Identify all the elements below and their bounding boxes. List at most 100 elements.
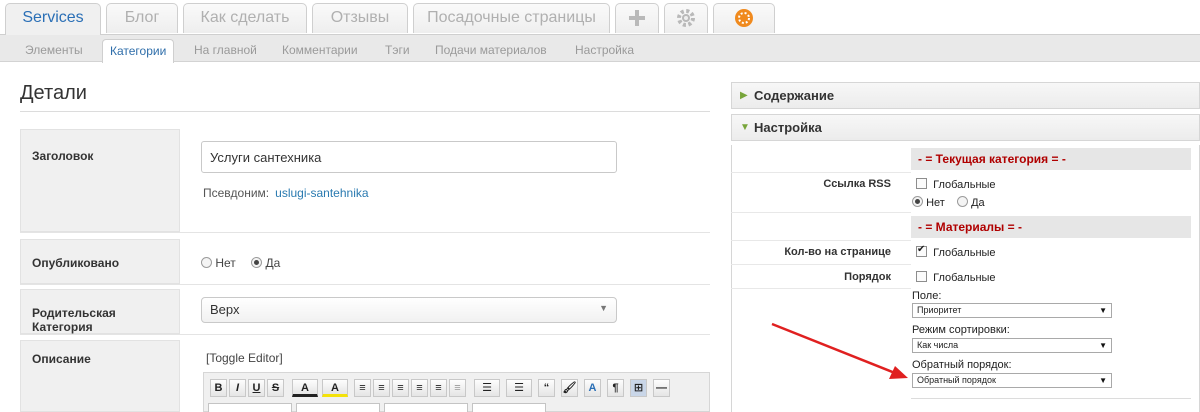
align-right-icon[interactable]: ≡ [392,379,409,397]
alias-row: Псевдоним: uslugi-santehnika [203,186,369,200]
order-global-checkbox[interactable] [916,271,927,282]
rss-label: Ссылка RSS [823,178,891,190]
per-page-global-label: Глобальные [933,247,996,259]
font-family-select[interactable] [296,403,380,412]
horizontal-rule-icon[interactable]: — [653,379,670,397]
gear-icon[interactable] [664,3,708,33]
alias-label: Псевдоним: [203,186,270,200]
align-justify-icon[interactable]: ≡ [411,379,428,397]
published-radio-group: Нет Да [201,256,292,270]
tab-blog[interactable]: Блог [106,3,178,33]
reverse-order-select[interactable]: Обратный порядок ▼ [912,373,1112,388]
subtab-tags[interactable]: Тэги [378,39,417,62]
chevron-down-icon: ▼ [599,303,608,313]
tab-reviews[interactable]: Отзывы [312,3,408,33]
title-input[interactable]: Услуги сантехника [201,141,617,173]
rss-global-label: Глобальные [933,179,996,191]
content-header-label: Содержание [754,88,835,103]
styles-select[interactable] [472,403,546,412]
bold-button[interactable]: B [210,379,227,397]
reverse-order-label: Обратный порядок: [912,359,1012,371]
addon-icon[interactable] [713,3,775,33]
rss-yes-radio[interactable] [957,196,969,207]
per-page-global-checkbox[interactable] [916,244,927,257]
label-cell-description: Описание [20,340,180,412]
rss-no-label: Нет [926,197,945,209]
parent-category-select[interactable]: Верх ▼ [201,297,617,323]
row-divider [731,264,911,265]
sort-mode-select-value: Как числа [917,340,959,350]
indent-icon[interactable]: ≡ [449,379,466,397]
sort-mode-label: Режим сортировки: [912,324,1010,336]
title-divider [20,111,710,112]
chevron-down-icon: ▼ [1099,306,1107,315]
numbered-list-icon[interactable]: ☰ [474,379,500,397]
plus-icon[interactable] [615,3,659,33]
published-yes-label: Да [265,256,281,270]
published-yes-radio[interactable] [251,257,263,268]
chevron-down-icon: ▼ [1099,376,1107,385]
rss-radio-group: Нет Да [912,196,985,209]
row-divider [731,288,911,289]
underline-button[interactable]: U [248,379,265,397]
toggle-editor-link[interactable]: [Toggle Editor] [206,351,283,365]
tab-landing-pages[interactable]: Посадочные страницы [413,3,610,33]
per-page-global-option[interactable]: Глобальные [916,244,996,259]
subtab-categories[interactable]: Категории [102,39,175,63]
highlight-color-button[interactable]: A [322,379,348,397]
subtab-elements[interactable]: Элементы [18,39,90,62]
subtab-submissions[interactable]: Подачи материалов [428,39,554,62]
styles-icon[interactable]: A [584,379,601,397]
blockquote-icon[interactable]: “ [538,379,555,397]
bulleted-list-icon[interactable]: ☰ [506,379,532,397]
row-divider [731,212,911,213]
settings-header-label: Настройка [754,120,822,135]
published-no-option[interactable]: Нет [201,256,236,270]
rss-yes-label: Да [971,197,985,209]
published-yes-option[interactable]: Да [251,256,280,270]
tab-how-to[interactable]: Как сделать [183,3,307,33]
row-divider [20,232,710,233]
published-no-radio[interactable] [201,257,212,268]
align-left-icon[interactable]: ≡ [354,379,371,397]
settings-section-header[interactable]: ▼ Настройка [731,114,1200,141]
paragraph-icon[interactable]: ¶ [607,379,624,397]
row-divider [20,334,710,335]
font-size-select[interactable] [384,403,468,412]
description-field-label: Описание [32,352,91,366]
italic-button[interactable]: I [229,379,246,397]
format-select[interactable] [208,403,292,412]
rss-global-checkbox[interactable] [916,178,927,189]
visual-aid-icon[interactable]: ⊞ [630,379,647,397]
per-page-label: Кол-во на странице [784,246,891,258]
collapse-arrow-icon: ▼ [740,122,750,133]
field-label: Поле: [912,290,942,302]
row-divider [731,172,911,173]
strikethrough-button[interactable]: S [267,379,284,397]
sub-tab-bar: Элементы Категории На главной Комментари… [0,35,1200,63]
order-global-option[interactable]: Глобальные [916,271,996,284]
field-select[interactable]: Приоритет ▼ [912,303,1112,318]
parent-category-value: Верх [210,302,240,317]
published-field-label: Опубликовано [32,256,120,270]
chevron-down-icon: ▼ [1099,341,1107,350]
outdent-icon[interactable]: ≡ [430,379,447,397]
label-cell-title: Заголовок [20,129,180,232]
align-center-icon[interactable]: ≡ [373,379,390,397]
alias-link[interactable]: uslugi-santehnika [275,186,368,200]
field-select-value: Приоритет [917,305,962,315]
rss-global-option[interactable]: Глобальные [916,178,996,191]
rss-no-radio[interactable] [912,196,923,207]
subtab-frontpage[interactable]: На главной [187,39,264,62]
text-color-button[interactable]: A [292,379,318,397]
order-label: Порядок [844,271,891,283]
clear-format-icon[interactable]: 🖌 [561,379,578,397]
label-cell-parent: Родительская Категория [20,289,180,334]
expand-arrow-icon: ▶ [740,90,748,101]
tab-services[interactable]: Services [5,3,101,35]
subtab-config[interactable]: Настройка [568,39,641,62]
content-section-header[interactable]: ▶ Содержание [731,82,1200,109]
reverse-order-select-value: Обратный порядок [917,375,996,385]
subtab-comments[interactable]: Комментарии [275,39,365,62]
sort-mode-select[interactable]: Как числа ▼ [912,338,1112,353]
